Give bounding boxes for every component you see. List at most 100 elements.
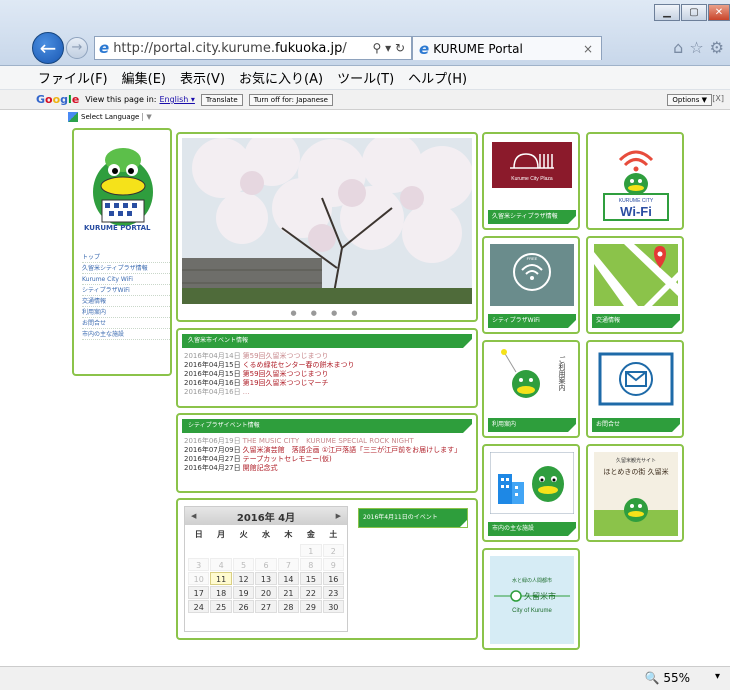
calendar-day[interactable]: 27	[255, 600, 277, 613]
search-refresh-icon[interactable]: ⚲ ▾ ↻	[373, 41, 406, 55]
favorites-icon[interactable]: ☆	[689, 38, 703, 57]
calendar-day[interactable]: 16	[322, 572, 344, 585]
news-item[interactable]: 2016年04月16日 第19回久留米つつじマーチ	[184, 379, 476, 388]
calendar-day[interactable]: 1	[300, 544, 322, 557]
calendar-day[interactable]: 28	[277, 600, 300, 613]
buildings-mascot-icon	[489, 451, 575, 515]
city-plaza-caption: Kurume City Plaza	[511, 176, 553, 182]
google-translate-bar: Google View this page in: English ▾ Tran…	[0, 90, 730, 110]
day-events-button[interactable]: 2016年4月11日のイベント	[358, 508, 468, 528]
select-language-widget[interactable]: Select Language ▼	[68, 112, 152, 122]
calendar-day[interactable]: 17	[188, 586, 210, 599]
url-domain: fukuoka.jp	[274, 40, 343, 56]
calendar-day[interactable]: 9	[322, 558, 344, 571]
tile-city-plaza[interactable]: Kurume City Plaza 久留米シティプラザ情報	[482, 132, 580, 230]
tile-contact[interactable]: お問合せ	[586, 340, 684, 438]
calendar-day[interactable]: 14	[277, 572, 300, 585]
calendar-day[interactable]: 6	[255, 558, 277, 571]
tile-plaza-wifi[interactable]: FREE シティプラザWiFi	[482, 236, 580, 334]
calendar-day[interactable]: 29	[300, 600, 322, 613]
menu-item[interactable]: 表示(V)	[180, 68, 225, 87]
menu-item[interactable]: 編集(E)	[122, 68, 166, 87]
sidebar-nav-item[interactable]: シティプラザWiFi	[82, 285, 170, 296]
portal-logo-text: KURUME PORTAL	[84, 224, 151, 232]
calendar-day[interactable]: 30	[322, 600, 344, 613]
news-item[interactable]: 2016年04月14日 第59回久留米つつじまつり	[184, 352, 476, 361]
calendar-day[interactable]: 2	[322, 544, 344, 557]
news-item[interactable]: 2016年04月15日 くるめ緑花センター春の餅木まつり	[184, 361, 476, 370]
translate-button[interactable]: Translate	[200, 93, 243, 106]
calendar-day[interactable]: 11	[210, 572, 232, 585]
prev-month-button[interactable]: ◀	[191, 512, 196, 520]
tab-close-icon[interactable]: ×	[583, 42, 593, 56]
news-item[interactable]: 2016年04月15日 第59回久留米つつじまつり	[184, 370, 476, 379]
news-date: 2016年04月15日	[184, 370, 241, 378]
sidebar-nav-item[interactable]: 交通情報	[82, 296, 170, 307]
calendar-day[interactable]: 10	[188, 572, 210, 585]
zoom-level[interactable]: 🔍 55%	[645, 671, 690, 685]
menu-item[interactable]: お気に入り(A)	[239, 68, 323, 87]
tile-kurume-wifi[interactable]: KURUME CITY Wi-Fi	[586, 132, 684, 230]
tab-kurume-portal[interactable]: e KURUME Portal ×	[412, 36, 602, 60]
tile-traffic-info[interactable]: 交通情報	[586, 236, 684, 334]
calendar-day[interactable]: 20	[255, 586, 277, 599]
news-item[interactable]: 2016年07月09日 久留米演芸館 落語企画 ①江戸落語「三三が江戸前をお届けし…	[184, 446, 476, 455]
calendar-header: ◀ 2016年 4月 ▶	[185, 507, 347, 525]
forward-button[interactable]: →	[66, 37, 88, 59]
tile-facilities[interactable]: 市内の主な施設	[482, 444, 580, 542]
sidebar-nav-item[interactable]: 利用案内	[82, 307, 170, 318]
sidebar-nav-item[interactable]: お問合せ	[82, 318, 170, 329]
sidebar-nav-item[interactable]: トップ	[82, 252, 170, 263]
sidebar-nav-item[interactable]: 久留米シティプラザ情報	[82, 263, 170, 274]
calendar-day[interactable]: 24	[188, 600, 210, 613]
news-item[interactable]: 2016年06月19日 THE MUSIC CITY KURUME SPECIAL…	[184, 437, 476, 446]
close-window-button[interactable]: ✕	[708, 4, 730, 21]
tile-city-kurume[interactable]: 水と緑の人間都市 久留米市 City of Kurume	[482, 548, 580, 650]
calendar-day[interactable]: 18	[210, 586, 232, 599]
city-logo-icon: 水と緑の人間都市 久留米市 City of Kurume	[490, 556, 574, 644]
address-bar[interactable]: e http://portal.city.kurume. fukuoka.jp / …	[94, 36, 412, 60]
translate-language-select[interactable]: English ▾	[159, 95, 194, 104]
calendar-day[interactable]: 8	[300, 558, 322, 571]
calendar-day[interactable]: 22	[300, 586, 322, 599]
next-month-button[interactable]: ▶	[336, 512, 341, 520]
translate-close-button[interactable]: [X]	[712, 94, 724, 103]
news-date: 2016年04月27日	[184, 464, 241, 472]
sidebar-nav-item[interactable]: Kurume City WiFi	[82, 274, 170, 285]
menu-item[interactable]: ヘルプ(H)	[408, 68, 467, 87]
calendar-day[interactable]: 12	[232, 572, 255, 585]
calendar-day[interactable]: 3	[188, 558, 210, 571]
news-item[interactable]: 2016年04月16日…	[184, 388, 476, 397]
menu-item[interactable]: ツール(T)	[337, 68, 394, 87]
sidebar-nav-item[interactable]: 市内の主な施設	[82, 329, 170, 340]
calendar-day[interactable]: 7	[277, 558, 300, 571]
news-item[interactable]: 2016年04月27日 開館記念式	[184, 464, 476, 473]
calendar-day[interactable]: 25	[210, 600, 232, 613]
city-events-title[interactable]: 久留米市イベント情報	[182, 334, 472, 348]
menu-item[interactable]: ファイル(F)	[38, 68, 108, 87]
news-item[interactable]: 2016年04月27日 テープカットセレモニー(仮)	[184, 455, 476, 464]
translate-options-button[interactable]: Options ▼	[667, 93, 712, 106]
tile-tourism-site[interactable]: 久留米観光サイト ほとめきの街 久留米	[586, 444, 684, 542]
gear-icon[interactable]: ⚙	[710, 38, 724, 57]
calendar-day[interactable]: 4	[210, 558, 232, 571]
calendar-day[interactable]: 23	[322, 586, 344, 599]
tile-usage-guide[interactable]: ご利用案内 利用案内	[482, 340, 580, 438]
plaza-events-title[interactable]: シティプラザイベント情報	[182, 419, 472, 433]
minimize-button[interactable]: ▁	[654, 4, 680, 21]
calendar-day[interactable]: 13	[255, 572, 277, 585]
calendar-day[interactable]: 26	[232, 600, 255, 613]
home-icon[interactable]: ⌂	[673, 38, 683, 57]
calendar-day[interactable]: 19	[232, 586, 255, 599]
calendar-day[interactable]: 15	[300, 572, 322, 585]
city-events-panel: 久留米市イベント情報 2016年04月14日 第59回久留米つつじまつり 2016年…	[176, 328, 478, 408]
calendar-day[interactable]: 21	[277, 586, 300, 599]
maximize-button[interactable]: ▢	[681, 4, 707, 21]
zoom-dropdown-icon[interactable]: ▾	[715, 671, 720, 682]
cherry-blossom-photo[interactable]	[182, 138, 472, 304]
turn-off-button[interactable]: Turn off for: Japanese	[248, 93, 333, 106]
slider-dots[interactable]: ● ● ● ●	[178, 309, 476, 317]
calendar-day[interactable]: 5	[232, 558, 255, 571]
guide-caption: ご利用案内	[558, 355, 566, 392]
back-button[interactable]: ←	[32, 32, 64, 64]
